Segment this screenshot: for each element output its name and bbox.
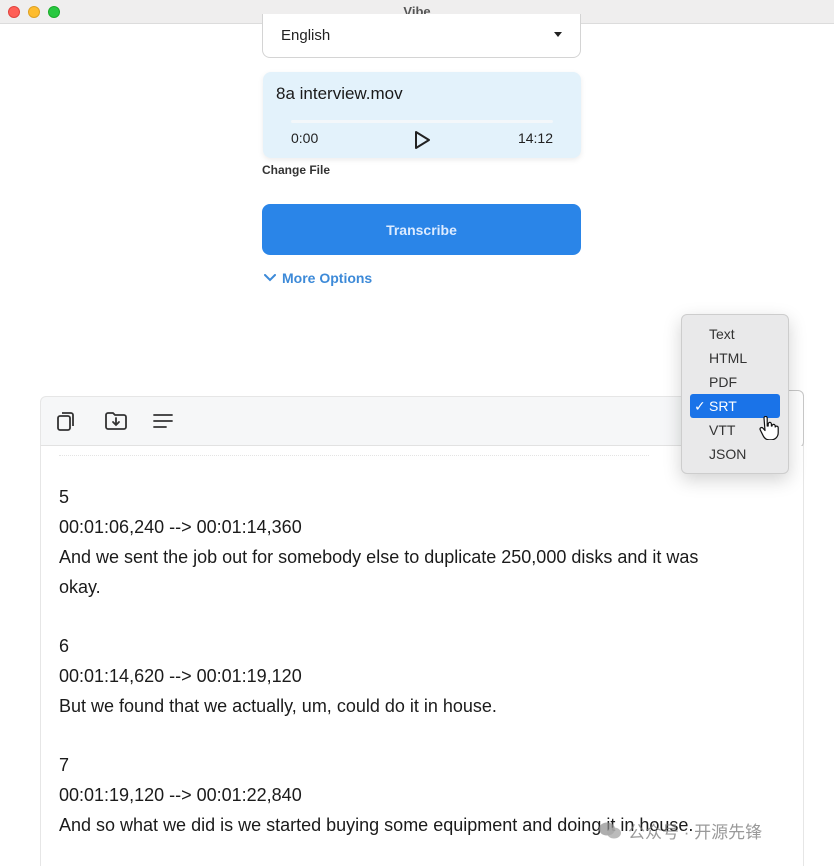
more-options-toggle[interactable]: More Options (264, 270, 372, 286)
format-option-srt[interactable]: ✓ SRT (690, 394, 780, 418)
play-icon[interactable] (411, 130, 433, 150)
format-option-json[interactable]: JSON (690, 442, 780, 466)
cue-text-line: But we found that we actually, um, could… (59, 696, 497, 716)
transcript-panel: 5 00:01:06,240 --> 00:01:14,360 And we s… (40, 446, 804, 866)
cue-timing: 00:01:14,620 --> 00:01:19,120 (59, 666, 302, 686)
caret-down-icon (554, 32, 562, 37)
wechat-icon (599, 822, 621, 838)
current-time: 0:00 (291, 130, 319, 146)
cue-index: 7 (59, 755, 70, 775)
playback-progress-bar[interactable] (291, 120, 553, 123)
cue-timing: 00:01:06,240 --> 00:01:14,360 (59, 517, 302, 537)
more-options-label: More Options (282, 270, 373, 286)
cue-index: 6 (59, 636, 70, 656)
chevron-down-icon (264, 274, 276, 282)
copy-icon[interactable] (54, 409, 78, 433)
hand-cursor-icon (759, 416, 779, 440)
cue-index: 5 (59, 487, 70, 507)
language-select-value: English (281, 27, 331, 44)
watermark: 公众号 · 开源先锋 (598, 818, 762, 843)
format-dropdown-menu: Text HTML PDF ✓ SRT VTT JSON (681, 314, 789, 474)
format-option-text[interactable]: Text (690, 322, 780, 346)
transcript-cue: 5 00:01:06,240 --> 00:01:14,360 And we s… (59, 482, 779, 602)
format-option-html[interactable]: HTML (690, 346, 780, 370)
save-to-folder-icon[interactable] (104, 409, 128, 433)
cue-text-line: And we sent the job out for somebody els… (59, 547, 699, 567)
audio-player-card: 8a interview.mov 0:00 14:12 (263, 72, 581, 158)
menu-lines-icon[interactable] (151, 409, 175, 433)
duration: 14:12 (517, 130, 553, 146)
cue-timing: 00:01:19,120 --> 00:01:22,840 (59, 785, 302, 805)
divider (59, 446, 649, 456)
app-window: Vibe English 8a interview.mov 0:00 14:12… (0, 0, 834, 866)
change-file-link[interactable]: Change File (262, 163, 330, 177)
watermark-text: 公众号 · 开源先锋 (628, 823, 763, 842)
transcribe-button[interactable]: Transcribe (262, 204, 581, 255)
file-name: 8a interview.mov (276, 84, 403, 103)
language-select[interactable]: English (262, 14, 581, 58)
cue-text-line: okay. (59, 577, 101, 597)
checkmark-icon: ✓ (694, 398, 706, 414)
format-option-pdf[interactable]: PDF (690, 370, 780, 394)
transcript-cue: 6 00:01:14,620 --> 00:01:19,120 But we f… (59, 631, 779, 721)
